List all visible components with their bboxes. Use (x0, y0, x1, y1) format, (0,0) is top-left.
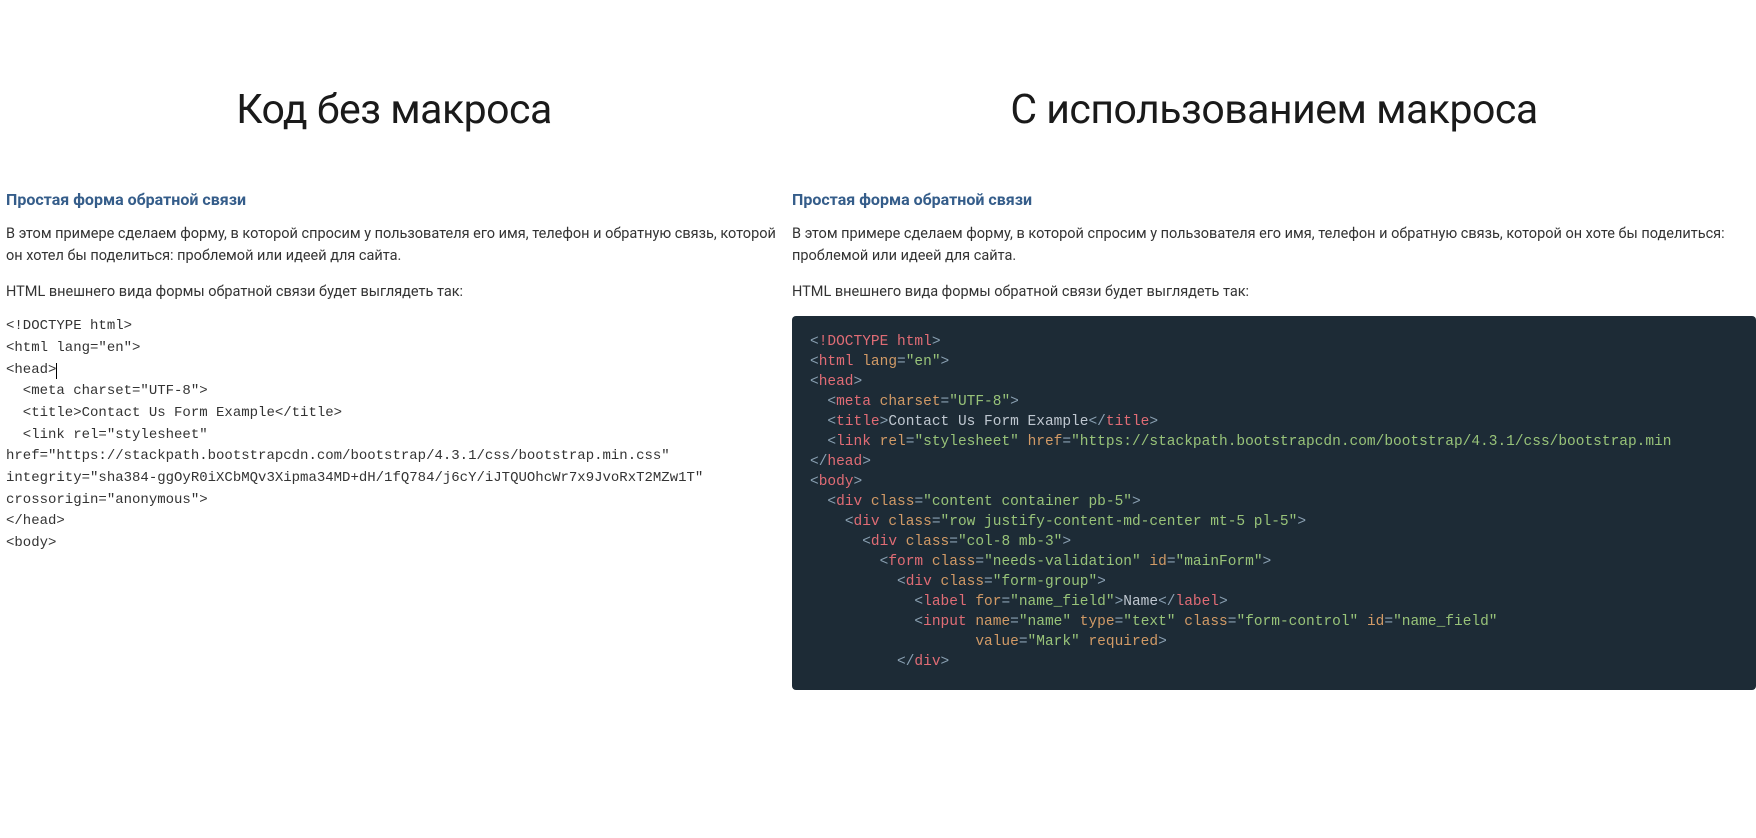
left-code-block: <!DOCTYPE html> <html lang="en"> <head> … (6, 316, 782, 555)
code-line: <div class="row justify-content-md-cente… (810, 514, 1306, 530)
code-line: <label for="name_field">Name</label> (810, 594, 1228, 610)
code-line: value="Mark" required> (810, 634, 1167, 650)
code-line: integrity="sha384-ggOyR0iXCbMQv3Xipma34M… (6, 470, 703, 486)
code-line: <link rel="stylesheet" (6, 427, 208, 443)
code-line: <meta charset="UTF-8"> (810, 394, 1019, 410)
code-line: <div class="form-group"> (810, 574, 1106, 590)
code-line: <!DOCTYPE html> (6, 318, 132, 334)
code-line: <body> (810, 474, 862, 490)
code-line: </div> (810, 654, 949, 670)
left-section-title: Простая форма обратной связи (6, 190, 782, 209)
left-heading: Код без макроса (6, 86, 782, 134)
right-column: С использованием макроса Простая форма о… (792, 0, 1756, 690)
code-line: crossorigin="anonymous"> (6, 492, 208, 508)
code-line: <meta charset="UTF-8"> (6, 383, 208, 399)
code-line: <head> (6, 362, 56, 378)
right-code-block: <!DOCTYPE html> <html lang="en"> <head> … (792, 316, 1756, 690)
code-line: <input name="name" type="text" class="fo… (810, 614, 1498, 630)
right-heading: С использованием макроса (792, 86, 1756, 134)
code-line: href="https://stackpath.bootstrapcdn.com… (6, 448, 670, 464)
right-section-title: Простая форма обратной связи (792, 190, 1756, 209)
left-column: Код без макроса Простая форма обратной с… (0, 0, 792, 690)
code-line: </head> (810, 454, 871, 470)
code-line: <html lang="en"> (810, 354, 949, 370)
left-paragraph-1: В этом примере сделаем форму, в которой … (6, 223, 782, 267)
code-line: <head> (810, 374, 862, 390)
code-line: <html lang="en"> (6, 340, 140, 356)
code-line: </head> (6, 513, 65, 529)
right-paragraph-2: HTML внешнего вида формы обратной связи … (792, 281, 1756, 303)
code-line: <form class="needs-validation" id="mainF… (810, 554, 1271, 570)
comparison-columns: Код без макроса Простая форма обратной с… (0, 0, 1756, 690)
left-paragraph-2: HTML внешнего вида формы обратной связи … (6, 281, 782, 303)
code-line: <div class="content container pb-5"> (810, 494, 1141, 510)
code-line: <div class="col-8 mb-3"> (810, 534, 1071, 550)
code-line: <body> (6, 535, 56, 551)
code-line: <title>Contact Us Form Example</title> (810, 414, 1158, 430)
right-paragraph-1: В этом примере сделаем форму, в которой … (792, 223, 1756, 267)
code-line: <link rel="stylesheet" href="https://sta… (810, 434, 1671, 450)
code-line: <title>Contact Us Form Example</title> (6, 405, 342, 421)
code-line: <!DOCTYPE html> (810, 334, 941, 350)
